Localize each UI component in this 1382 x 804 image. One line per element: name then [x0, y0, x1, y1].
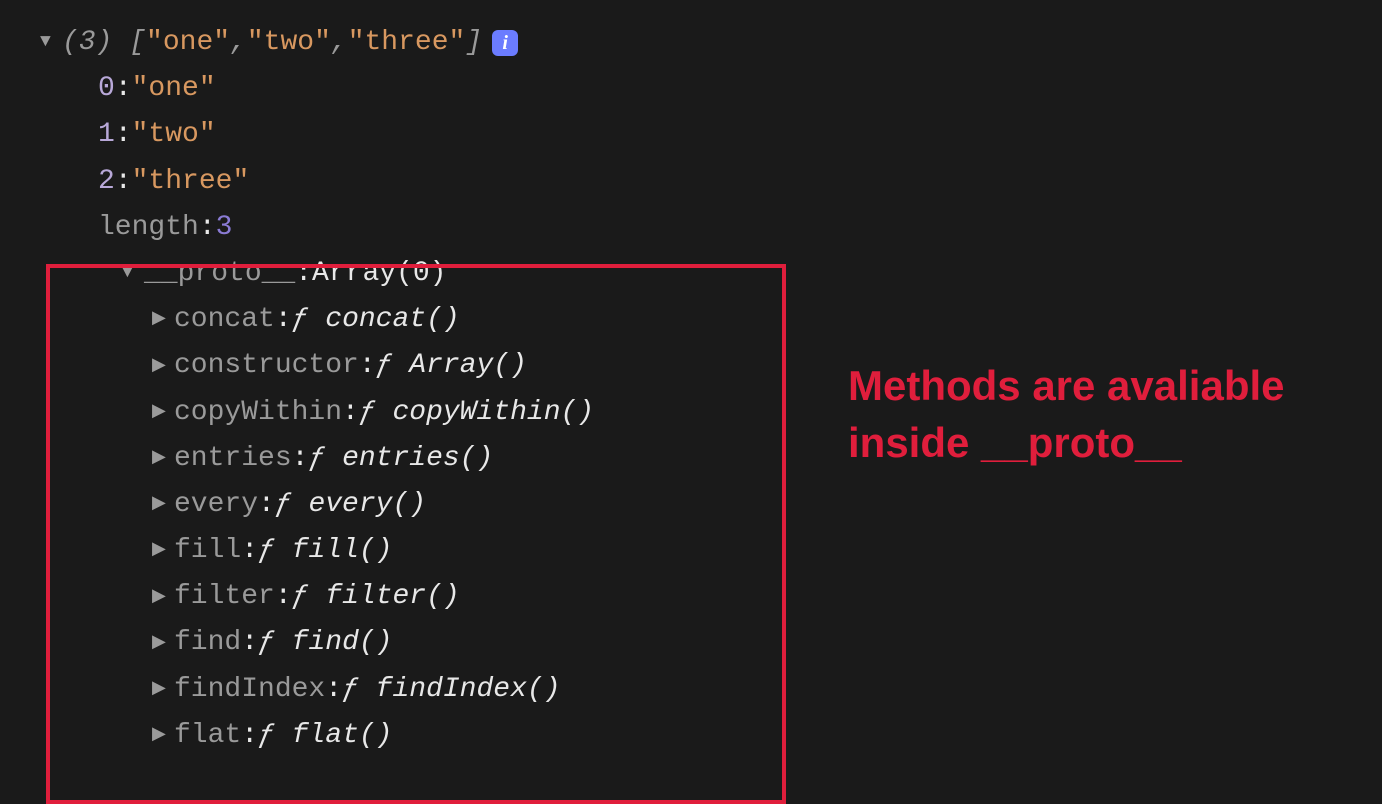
- element-key: 0: [98, 66, 115, 112]
- sep: ,: [331, 20, 348, 66]
- function-f-icon: ƒ: [292, 297, 309, 343]
- chevron-right-icon[interactable]: [152, 536, 174, 566]
- method-fn: concat(): [325, 297, 459, 343]
- function-f-icon: ƒ: [258, 620, 275, 666]
- method-key: findIndex: [174, 667, 325, 713]
- chevron-right-icon[interactable]: [152, 398, 174, 428]
- function-f-icon: ƒ: [359, 390, 376, 436]
- array-element-row[interactable]: 0 : "one": [40, 66, 1382, 112]
- bracket-close: ]: [465, 20, 482, 66]
- method-fn: Array(): [409, 343, 527, 389]
- chevron-down-icon[interactable]: [40, 28, 62, 58]
- preview-item-1: "two": [247, 20, 331, 66]
- element-key: 1: [98, 112, 115, 158]
- proto-method-row[interactable]: find : ƒ find(): [40, 620, 1382, 666]
- function-f-icon: ƒ: [292, 574, 309, 620]
- chevron-right-icon[interactable]: [152, 583, 174, 613]
- length-value: 3: [216, 205, 233, 251]
- proto-method-row[interactable]: every : ƒ every(): [40, 482, 1382, 528]
- function-f-icon: ƒ: [342, 667, 359, 713]
- proto-key: __proto__: [144, 251, 295, 297]
- proto-method-row[interactable]: concat : ƒ concat(): [40, 297, 1382, 343]
- length-row[interactable]: length : 3: [40, 205, 1382, 251]
- chevron-right-icon[interactable]: [152, 352, 174, 382]
- array-element-row[interactable]: 2 : "three": [40, 159, 1382, 205]
- console-output: (3) [ "one" , "two" , "three" ] i 0 : "o…: [0, 20, 1382, 759]
- method-fn: find(): [292, 620, 393, 666]
- method-key: constructor: [174, 343, 359, 389]
- method-fn: copyWithin(): [392, 390, 594, 436]
- method-key: copyWithin: [174, 390, 342, 436]
- function-f-icon: ƒ: [258, 713, 275, 759]
- function-f-icon: ƒ: [275, 482, 292, 528]
- length-key: length: [98, 205, 199, 251]
- method-key: flat: [174, 713, 241, 759]
- sep: ,: [230, 20, 247, 66]
- element-value: "three": [132, 159, 250, 205]
- chevron-right-icon[interactable]: [152, 444, 174, 474]
- method-fn: every(): [308, 482, 426, 528]
- info-icon[interactable]: i: [492, 30, 518, 56]
- array-element-row[interactable]: 1 : "two": [40, 112, 1382, 158]
- element-value: "two": [132, 112, 216, 158]
- method-key: filter: [174, 574, 275, 620]
- array-header-row[interactable]: (3) [ "one" , "two" , "three" ] i: [40, 20, 1382, 66]
- proto-method-row[interactable]: findIndex : ƒ findIndex(): [40, 667, 1382, 713]
- proto-value: Array(0): [312, 251, 446, 297]
- proto-method-row[interactable]: flat : ƒ flat(): [40, 713, 1382, 759]
- method-key: every: [174, 482, 258, 528]
- method-key: concat: [174, 297, 275, 343]
- chevron-down-icon[interactable]: [122, 259, 144, 289]
- annotation-text: Methods are avaliable inside __proto__: [848, 358, 1382, 471]
- method-fn: filter(): [325, 574, 459, 620]
- proto-row[interactable]: __proto__ : Array(0): [40, 251, 1382, 297]
- proto-method-row[interactable]: filter : ƒ filter(): [40, 574, 1382, 620]
- chevron-right-icon[interactable]: [152, 490, 174, 520]
- proto-method-row[interactable]: fill : ƒ fill(): [40, 528, 1382, 574]
- method-fn: findIndex(): [376, 667, 561, 713]
- bracket-open: [: [129, 20, 146, 66]
- chevron-right-icon[interactable]: [152, 721, 174, 751]
- element-value: "one": [132, 66, 216, 112]
- method-key: fill: [174, 528, 241, 574]
- preview-item-2: "three": [348, 20, 466, 66]
- element-key: 2: [98, 159, 115, 205]
- method-key: entries: [174, 436, 292, 482]
- function-f-icon: ƒ: [258, 528, 275, 574]
- chevron-right-icon[interactable]: [152, 629, 174, 659]
- chevron-right-icon[interactable]: [152, 675, 174, 705]
- method-key: find: [174, 620, 241, 666]
- function-f-icon: ƒ: [308, 436, 325, 482]
- method-fn: entries(): [342, 436, 493, 482]
- array-count: (3): [62, 20, 112, 66]
- chevron-right-icon[interactable]: [152, 305, 174, 335]
- preview-item-0: "one": [146, 20, 230, 66]
- function-f-icon: ƒ: [376, 343, 393, 389]
- method-fn: flat(): [292, 713, 393, 759]
- method-fn: fill(): [292, 528, 393, 574]
